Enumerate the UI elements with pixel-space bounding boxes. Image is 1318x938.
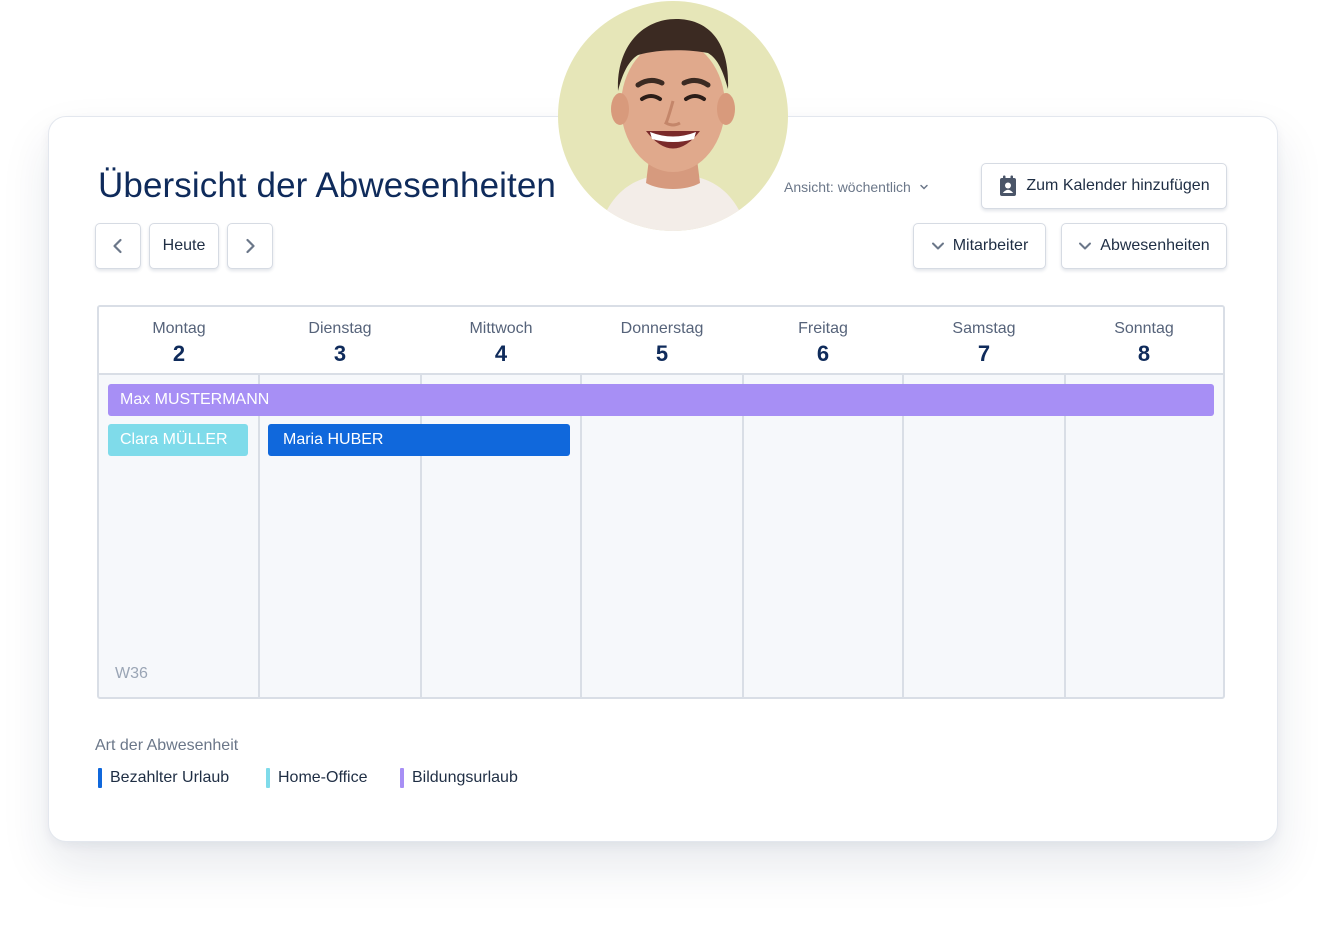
legend-label: Home-Office xyxy=(278,769,368,786)
day-name: Mittwoch xyxy=(469,320,533,337)
page-title: Übersicht der Abwesenheiten xyxy=(98,166,556,205)
next-week-button[interactable] xyxy=(227,223,273,269)
legend-swatch xyxy=(400,768,404,788)
view-select[interactable]: Ansicht: wöchentlich xyxy=(784,179,929,195)
legend-item: Home-Office xyxy=(266,768,368,788)
day-name: Montag xyxy=(152,320,206,337)
employees-filter-label: Mitarbeiter xyxy=(952,237,1029,254)
day-number: 6 xyxy=(816,341,830,366)
legend-item: Bezahlter Urlaub xyxy=(98,768,229,788)
day-header-wednesday: Mittwoch 4 xyxy=(421,307,581,375)
user-photo-icon xyxy=(558,1,788,231)
column-divider xyxy=(258,375,260,697)
day-number: 7 xyxy=(977,341,991,366)
today-label: Heute xyxy=(162,237,206,254)
day-header-sunday: Sonntag 8 xyxy=(1065,307,1223,375)
chevron-down-icon xyxy=(920,184,928,190)
event-label: Clara MÜLLER xyxy=(120,431,228,448)
week-calendar: Montag 2 Dienstag 3 Mittwoch 4 Donnersta… xyxy=(97,305,1225,699)
column-divider xyxy=(1064,375,1066,697)
absence-event[interactable]: Maria HUBER xyxy=(268,424,570,456)
day-name: Samstag xyxy=(952,320,1016,337)
prev-week-button[interactable] xyxy=(95,223,141,269)
chevron-right-icon xyxy=(246,238,255,254)
day-number: 4 xyxy=(494,341,508,366)
absences-filter-button[interactable]: Abwesenheiten xyxy=(1061,223,1227,269)
legend-title: Art der Abwesenheit xyxy=(95,737,239,754)
add-to-calendar-label: Zum Kalender hinzufügen xyxy=(1026,177,1210,194)
day-name: Freitag xyxy=(798,320,848,337)
column-divider xyxy=(742,375,744,697)
legend-label: Bildungsurlaub xyxy=(412,769,518,786)
add-to-calendar-button[interactable]: Zum Kalender hinzufügen xyxy=(981,163,1227,209)
legend-item: Bildungsurlaub xyxy=(400,768,518,788)
event-label: Max MUSTERMANN xyxy=(120,391,270,408)
day-name: Sonntag xyxy=(1114,320,1174,337)
calendar-contact-icon xyxy=(1000,175,1017,196)
absences-filter-label: Abwesenheiten xyxy=(1100,237,1210,254)
chevron-down-icon xyxy=(1079,242,1092,250)
today-button[interactable]: Heute xyxy=(149,223,219,269)
legend-swatch xyxy=(98,768,102,788)
event-label: Maria HUBER xyxy=(283,431,384,448)
day-header-monday: Montag 2 xyxy=(99,307,259,375)
absence-event[interactable]: Max MUSTERMANN xyxy=(108,384,1214,416)
chevron-left-icon xyxy=(113,238,122,254)
view-select-label: Ansicht: wöchentlich xyxy=(784,179,911,195)
legend-label: Bezahlter Urlaub xyxy=(110,769,230,786)
day-number: 5 xyxy=(655,341,669,366)
legend-swatch xyxy=(266,768,270,788)
day-header-friday: Freitag 6 xyxy=(743,307,903,375)
day-header-tuesday: Dienstag 3 xyxy=(259,307,421,375)
week-number-label: W36 xyxy=(115,665,148,682)
day-name: Donnerstag xyxy=(620,320,704,337)
absence-event[interactable]: Clara MÜLLER xyxy=(108,424,248,456)
day-number: 2 xyxy=(172,341,186,366)
employees-filter-button[interactable]: Mitarbeiter xyxy=(913,223,1046,269)
day-header-thursday: Donnerstag 5 xyxy=(581,307,743,375)
day-number: 3 xyxy=(333,341,347,366)
avatar xyxy=(558,1,788,231)
chevron-down-icon xyxy=(931,242,944,250)
column-divider xyxy=(580,375,582,697)
calendar-header: Montag 2 Dienstag 3 Mittwoch 4 Donnersta… xyxy=(99,307,1223,375)
column-divider xyxy=(902,375,904,697)
day-number: 8 xyxy=(1137,341,1151,366)
day-name: Dienstag xyxy=(308,320,372,337)
day-header-saturday: Samstag 7 xyxy=(903,307,1065,375)
